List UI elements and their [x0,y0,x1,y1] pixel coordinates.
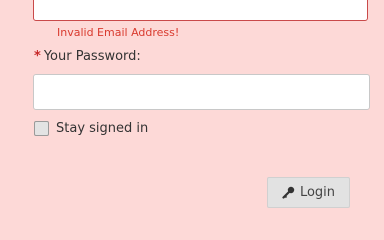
email-input[interactable] [33,0,368,21]
email-error-message: Invalid Email Address! [57,26,180,39]
login-button-label: Login [299,185,336,200]
password-label-text: Your Password: [43,49,141,64]
stay-signed-in-checkbox[interactable] [34,121,49,136]
login-button[interactable]: Login [267,177,350,208]
password-label: * Your Password: [34,49,141,64]
required-marker: * [34,49,41,64]
stay-signed-in-label[interactable]: Stay signed in [56,121,148,136]
stay-signed-in-row[interactable]: Stay signed in [34,121,148,136]
password-input[interactable] [33,74,370,110]
key-icon [282,186,295,199]
